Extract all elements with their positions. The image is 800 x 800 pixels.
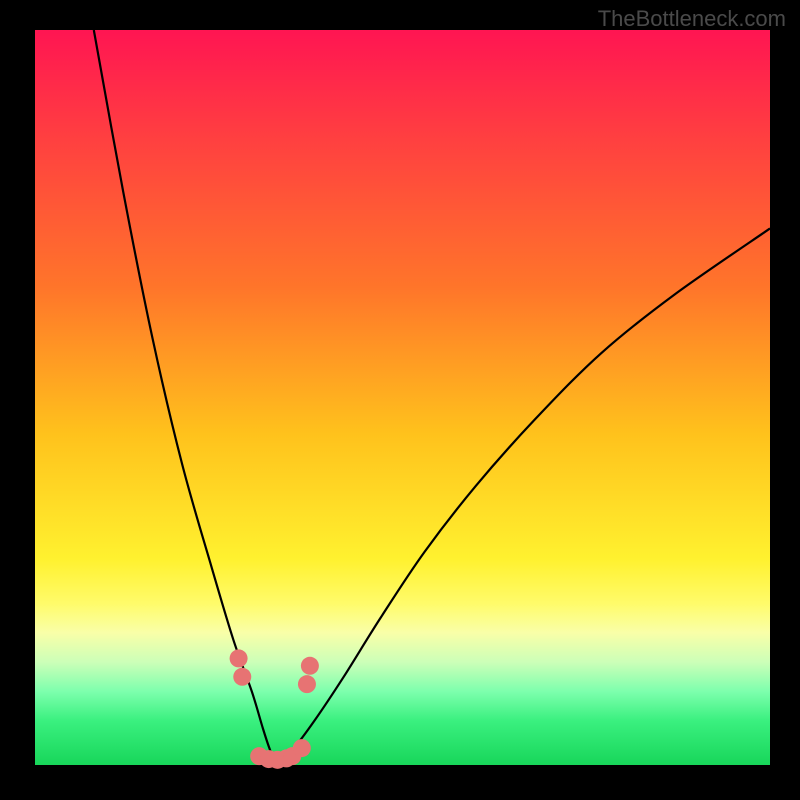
valley-dot xyxy=(233,668,251,686)
valley-dot xyxy=(301,657,319,675)
valley-dot xyxy=(298,675,316,693)
curve-right-branch xyxy=(278,228,770,765)
valley-dot xyxy=(293,739,311,757)
curve-left-branch xyxy=(94,30,278,765)
watermark-text: TheBottleneck.com xyxy=(598,6,786,32)
valley-dot xyxy=(230,649,248,667)
bottleneck-chart xyxy=(35,30,770,765)
